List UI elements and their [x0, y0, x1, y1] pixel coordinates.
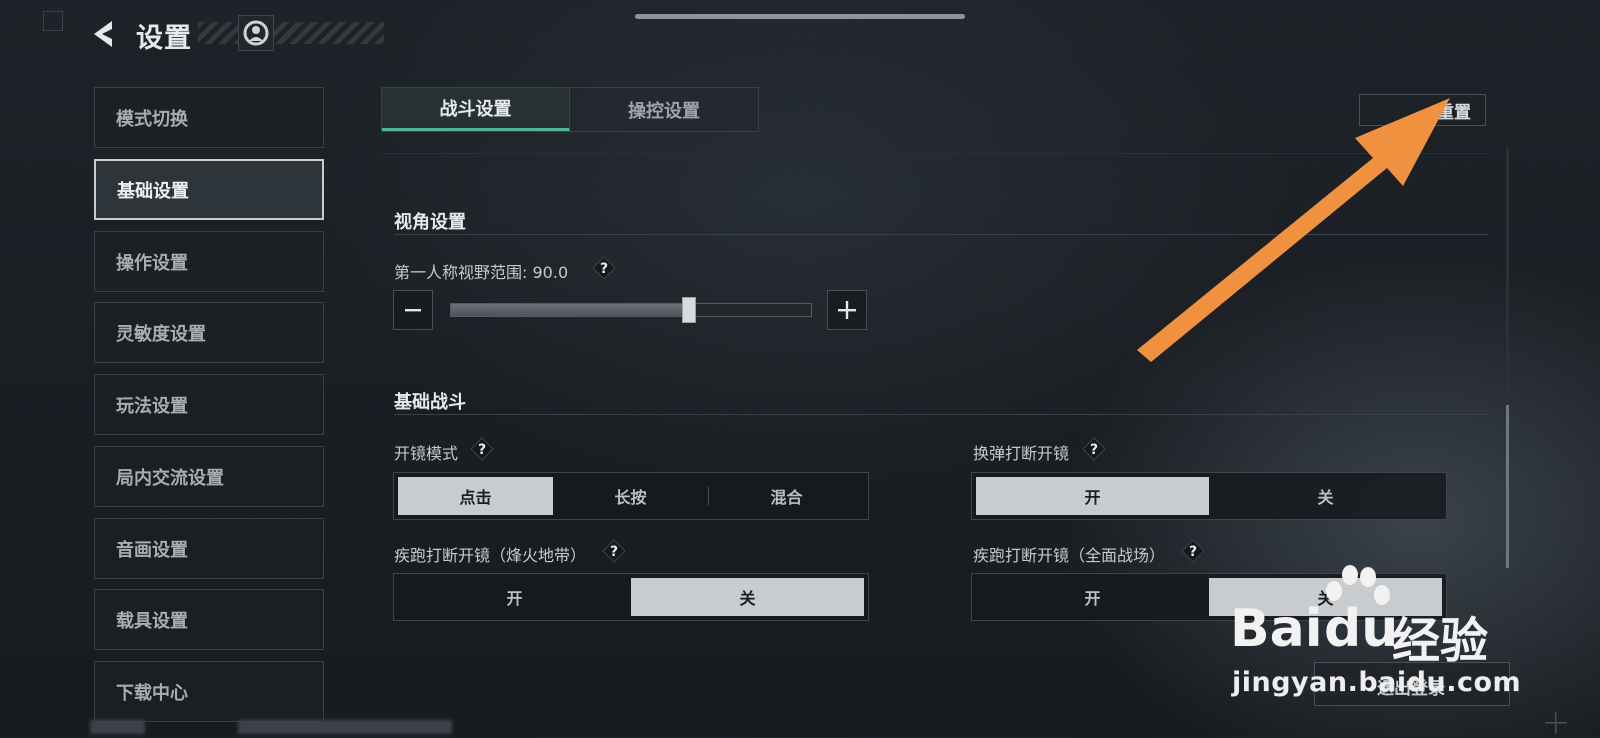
section-title-combat: 基础战斗 — [394, 392, 466, 413]
corner-plus-decoration — [1545, 712, 1567, 734]
sidebar-item-label: 局内交流设置 — [116, 467, 224, 489]
help-icon[interactable]: ? — [1082, 437, 1106, 461]
reload-interrupt-option-off[interactable]: 关 — [1209, 477, 1442, 515]
blurred-text — [90, 720, 145, 734]
reload-interrupt-label: 换弹打断开镜 — [973, 444, 1070, 463]
scope-mode-label: 开镜模式 — [394, 444, 459, 463]
sidebar-item-label: 模式切换 — [116, 108, 188, 130]
reload-interrupt-toggle: 开 关 — [971, 472, 1447, 520]
watermark-brand-right: du — [1324, 599, 1399, 659]
help-icon[interactable]: ? — [592, 256, 616, 280]
sidebar-item-audio-video-settings[interactable]: 音画设置 — [94, 518, 324, 579]
svg-text:?: ? — [600, 261, 608, 277]
scope-mode-selector: 点击 长按 混合 — [393, 472, 869, 520]
sidebar-item-sensitivity-settings[interactable]: 灵敏度设置 — [94, 302, 324, 363]
sidebar-item-label: 音画设置 — [116, 539, 188, 561]
sidebar-item-basic-settings[interactable]: 基础设置 — [94, 159, 324, 220]
settings-tabbar: 战斗设置 操控设置 — [381, 87, 759, 132]
help-icon[interactable]: ? — [470, 437, 494, 461]
sidebar-item-mode-switch[interactable]: 模式切换 — [94, 87, 324, 148]
scrollbar-thumb[interactable] — [1506, 405, 1509, 568]
fov-increase-button[interactable] — [827, 290, 867, 330]
sprint-interrupt-fullscale-label: 疾跑打断开镜（全面战场） — [973, 546, 1166, 565]
sidebar-item-label: 载具设置 — [116, 610, 188, 632]
page-title: 设置 — [136, 23, 192, 54]
corner-decoration — [43, 11, 63, 31]
fov-slider-handle[interactable] — [681, 297, 696, 323]
fov-slider-fill — [451, 304, 689, 316]
tab-combat-settings[interactable]: 战斗设置 — [382, 88, 570, 131]
sprint-interrupt-warzone-option-off[interactable]: 关 — [631, 578, 864, 616]
scope-mode-option-mixed[interactable]: 混合 — [709, 477, 864, 515]
fov-label: 第一人称视野范围: 90.0 — [394, 259, 568, 283]
watermark-brand-left: Bai — [1230, 599, 1323, 659]
sprint-interrupt-fullscale-option-on[interactable]: 开 — [976, 578, 1209, 616]
sidebar-item-vehicle-settings[interactable]: 载具设置 — [94, 589, 324, 650]
avatar-icon[interactable] — [238, 15, 274, 51]
reload-interrupt-option-on[interactable]: 开 — [976, 477, 1209, 515]
sidebar-item-label: 灵敏度设置 — [116, 323, 206, 345]
sidebar-item-label: 基础设置 — [117, 180, 189, 202]
section-title-view: 视角设置 — [394, 212, 466, 233]
scope-mode-option-tap[interactable]: 点击 — [398, 477, 553, 515]
header-stripe-decoration — [198, 22, 384, 44]
sidebar-item-gameplay-settings[interactable]: 玩法设置 — [94, 374, 324, 435]
sprint-interrupt-warzone-option-on[interactable]: 开 — [398, 578, 631, 616]
sidebar-item-chat-settings[interactable]: 局内交流设置 — [94, 446, 324, 507]
sidebar-item-operation-settings[interactable]: 操作设置 — [94, 231, 324, 292]
watermark-brand-cn: 经验 — [1392, 613, 1489, 669]
fov-decrease-button[interactable] — [393, 290, 433, 330]
watermark-url: jingyan.baidu.com — [1232, 667, 1522, 698]
svg-text:?: ? — [610, 544, 618, 560]
sprint-interrupt-warzone-toggle: 开 关 — [393, 573, 869, 621]
blurred-text — [238, 720, 452, 734]
sidebar-item-label: 操作设置 — [116, 252, 188, 274]
sprint-interrupt-warzone-label: 疾跑打断开镜（烽火地带） — [394, 546, 587, 565]
top-handle — [635, 14, 965, 19]
svg-text:?: ? — [478, 442, 486, 458]
svg-text:?: ? — [1090, 442, 1098, 458]
svg-text:?: ? — [1189, 544, 1197, 560]
baidu-jingyan-watermark: Bai du 经验 — [1224, 565, 1514, 669]
fov-label-text: 第一人称视野范围: — [394, 263, 528, 282]
plus-icon — [838, 301, 856, 319]
section-divider — [394, 414, 1488, 415]
minus-icon — [405, 309, 421, 312]
help-icon[interactable]: ? — [602, 539, 626, 563]
sidebar-item-label: 玩法设置 — [116, 395, 188, 417]
back-arrow-icon[interactable] — [88, 17, 122, 51]
annotation-arrow — [1125, 88, 1455, 363]
sidebar-item-download-center[interactable]: 下载中心 — [94, 661, 324, 722]
sidebar-item-label: 下载中心 — [116, 682, 188, 704]
tab-control-settings[interactable]: 操控设置 — [570, 88, 758, 131]
fov-value: 90.0 — [532, 263, 569, 282]
help-icon[interactable]: ? — [1181, 539, 1205, 563]
scope-mode-option-hold[interactable]: 长按 — [553, 477, 708, 515]
